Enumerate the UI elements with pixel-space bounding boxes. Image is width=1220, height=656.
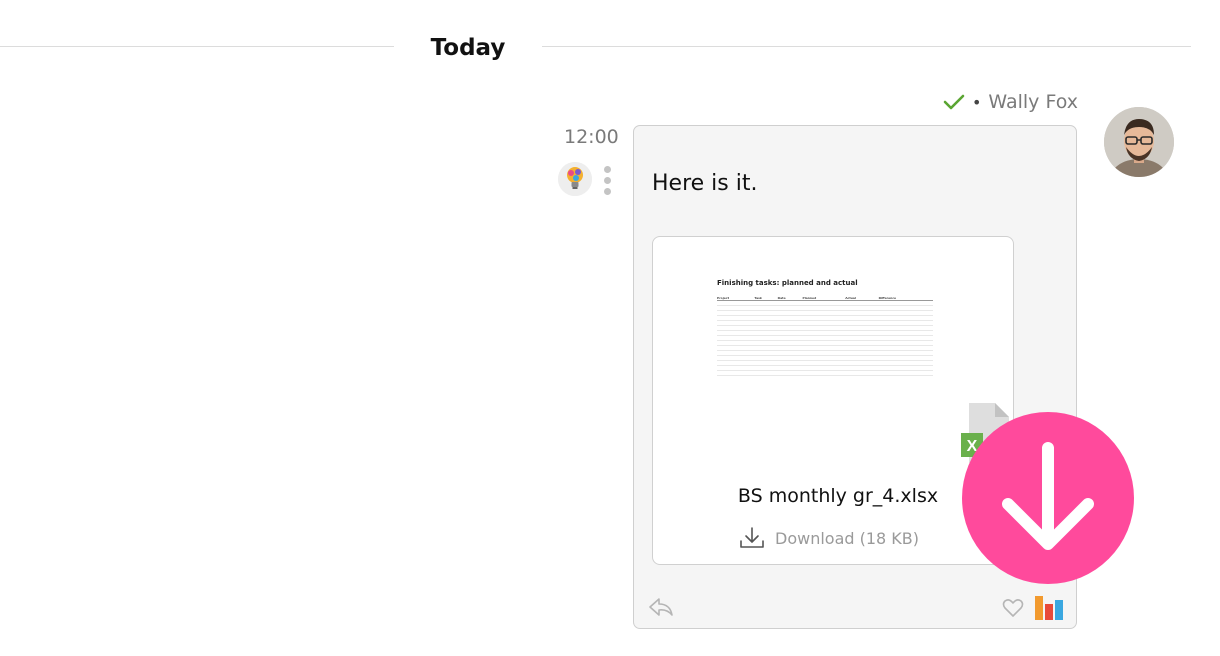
- avatar-icon: [1104, 107, 1174, 177]
- divider-line-right: [542, 46, 1191, 47]
- message-time: 12:00: [564, 126, 619, 148]
- message-text: Here is it.: [652, 171, 758, 196]
- kebab-dot: [603, 166, 611, 173]
- download-link[interactable]: Download (18 KB): [739, 526, 919, 550]
- file-name: BS monthly gr_4.xlsx: [737, 485, 939, 507]
- message-header: • Wally Fox: [943, 91, 1078, 113]
- heart-icon[interactable]: [1002, 598, 1024, 618]
- sender-name[interactable]: Wally Fox: [988, 91, 1078, 113]
- kebab-dot: [603, 177, 611, 184]
- spreadsheet-preview: Finishing tasks: planned and actual Proj…: [717, 279, 933, 376]
- download-icon: [740, 527, 764, 548]
- preview-title: Finishing tasks: planned and actual: [717, 279, 858, 287]
- date-divider-label: Today: [430, 35, 506, 61]
- delivered-check-icon: [943, 94, 965, 110]
- sender-avatar[interactable]: [1104, 107, 1174, 177]
- file-attachment-card[interactable]: Finishing tasks: planned and actual Proj…: [652, 236, 1014, 565]
- download-arrow-icon: [1002, 442, 1094, 550]
- download-button[interactable]: [962, 412, 1134, 584]
- lightbulb-avatar-icon: [558, 162, 592, 196]
- divider-line-left: [0, 46, 394, 47]
- contact-avatar[interactable]: [558, 162, 592, 196]
- message-menu-button[interactable]: [602, 166, 612, 198]
- reply-icon[interactable]: [648, 596, 674, 618]
- bar-chart-icon[interactable]: [1034, 594, 1064, 620]
- separator-dot: •: [971, 92, 982, 112]
- download-label: Download (18 KB): [775, 528, 920, 548]
- preview-table: Project Task Date Planned Actual Differe…: [717, 296, 933, 376]
- kebab-dot: [603, 188, 611, 195]
